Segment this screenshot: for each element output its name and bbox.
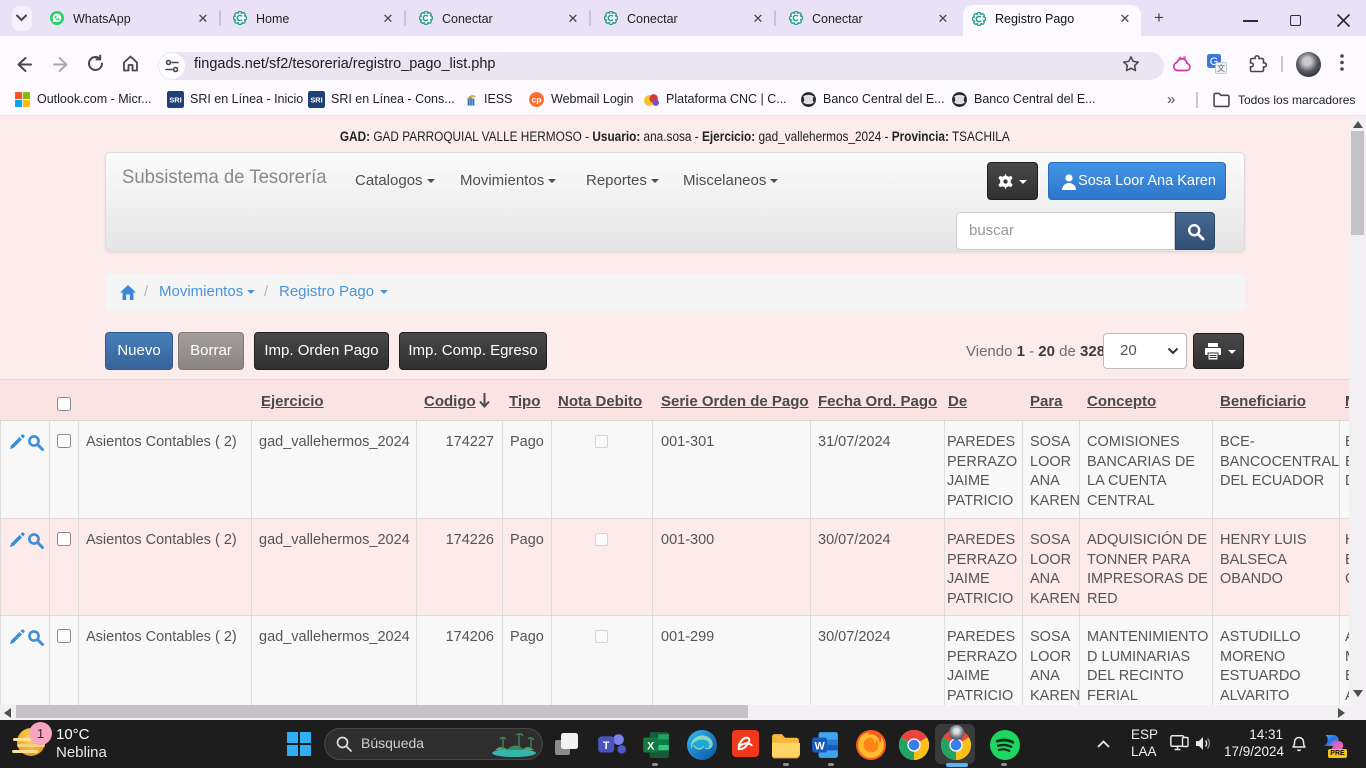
svg-text:cp: cp [532,95,542,105]
svg-text:W: W [815,740,826,752]
svg-text:SRI: SRI [169,96,181,105]
svg-text:X: X [647,740,655,752]
svg-text:文: 文 [1217,63,1225,73]
svg-text:T: T [603,740,610,752]
svg-text:SRI: SRI [310,96,322,105]
